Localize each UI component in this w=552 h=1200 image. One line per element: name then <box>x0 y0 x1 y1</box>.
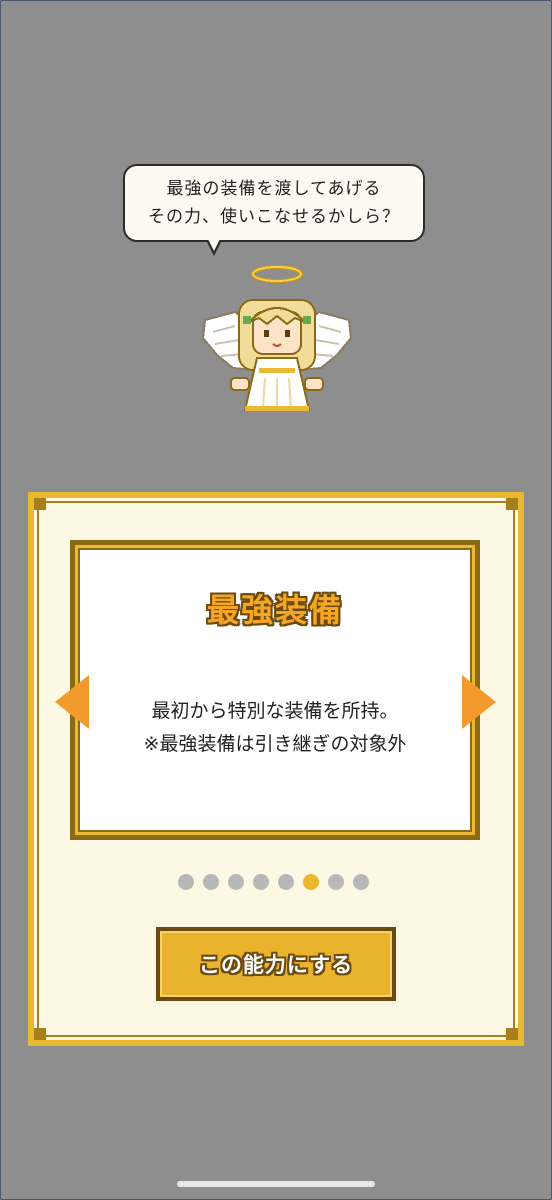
page-dot[interactable] <box>178 874 194 890</box>
ability-description: 最初から特別な装備を所持。 ※最強装備は引き継ぎの対象外 <box>70 695 480 761</box>
page-dot[interactable] <box>203 874 219 890</box>
home-indicator[interactable] <box>177 1181 375 1187</box>
page-dot-active[interactable] <box>303 874 319 890</box>
angel-character-icon <box>201 265 353 411</box>
ability-description-line-2: ※最強装備は引き継ぎの対象外 <box>143 733 407 755</box>
page-indicator <box>178 874 369 890</box>
page-dot[interactable] <box>353 874 369 890</box>
page-dot[interactable] <box>278 874 294 890</box>
speech-bubble-tail-fill <box>208 239 220 251</box>
card-corner-ornament <box>34 498 46 510</box>
page-dot[interactable] <box>228 874 244 890</box>
previous-ability-arrow-icon[interactable] <box>55 675 89 729</box>
card-corner-ornament <box>34 1028 46 1040</box>
page-dot[interactable] <box>328 874 344 890</box>
speech-line-1: 最強の装備を渡してあげる <box>166 179 382 199</box>
card-corner-ornament <box>506 498 518 510</box>
card-corner-ornament <box>506 1028 518 1040</box>
next-ability-arrow-icon[interactable] <box>462 675 496 729</box>
speech-line-2: その力、使いこなせるかしら？ <box>148 207 400 227</box>
ability-description-line-1: 最初から特別な装備を所持。 <box>151 700 399 722</box>
page-dot[interactable] <box>253 874 269 890</box>
speech-bubble: 最強の装備を渡してあげる その力、使いこなせるかしら？ <box>123 164 425 242</box>
ability-title: 最強装備 <box>206 591 343 629</box>
select-ability-button[interactable]: この能力にする <box>156 927 396 1001</box>
